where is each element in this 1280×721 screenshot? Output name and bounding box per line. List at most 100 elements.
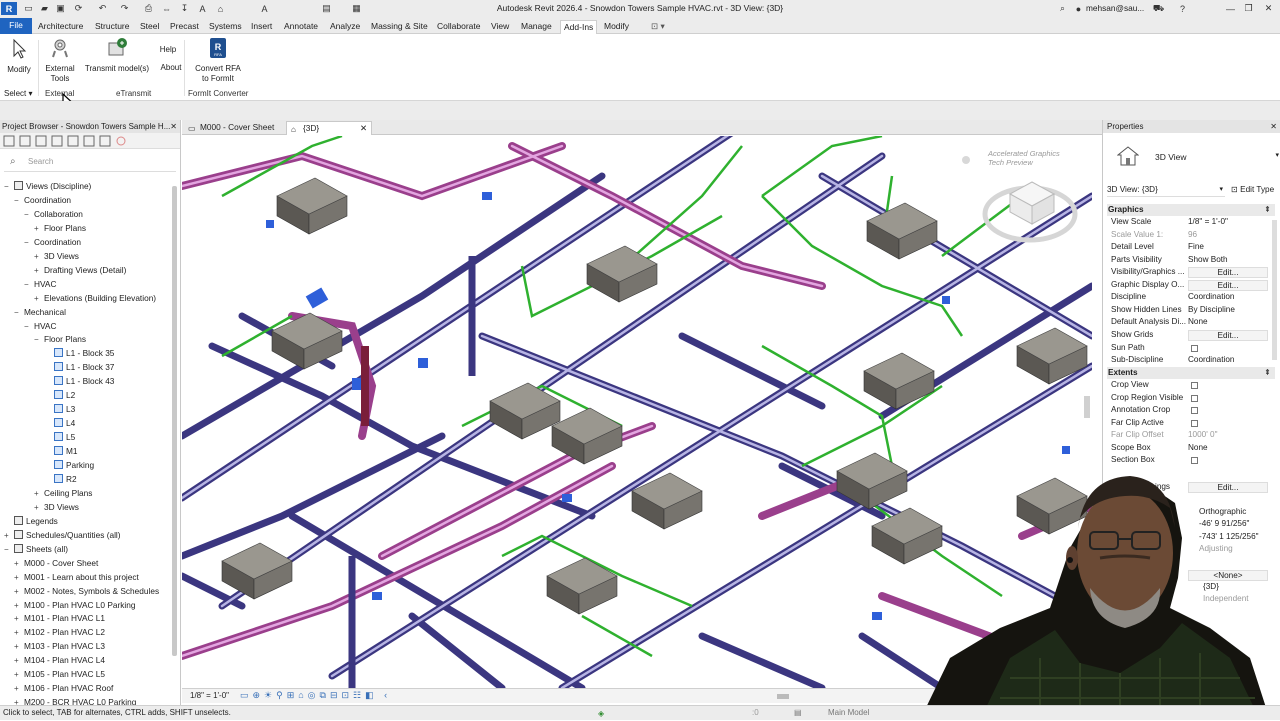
browser-item[interactable]: − Collaboration (24, 207, 83, 221)
tab-cover-sheet[interactable]: ▭ M000 - Cover Sheet (184, 121, 282, 135)
tab-annotate[interactable]: Annotate (281, 20, 321, 33)
property-edit-button[interactable]: Edit... (1188, 279, 1268, 291)
browser-item[interactable]: − Views (Discipline) (4, 179, 91, 193)
expand-icon[interactable]: + (4, 529, 14, 543)
collapse-icon[interactable]: − (14, 306, 24, 320)
expand-icon[interactable]: + (14, 571, 24, 585)
expand-icon[interactable]: + (14, 668, 24, 682)
browser-item[interactable]: + Schedules/Quantities (all) (4, 528, 121, 542)
browser-item[interactable]: + Elevations (Building Elevation) (34, 291, 156, 305)
tab-manage[interactable]: Manage (518, 20, 555, 33)
property-value[interactable]: Fine (1188, 241, 1204, 254)
property-value[interactable]: None (1188, 442, 1208, 455)
browser-item[interactable]: + M105 - Plan HVAC L5 (14, 667, 105, 681)
browser-item[interactable]: Parking (44, 458, 94, 472)
tab-add-ins[interactable]: Add-Ins (560, 20, 598, 35)
worksharing-icon[interactable]: ◈ (598, 707, 604, 721)
instance-selector[interactable]: 3D View: {3D} ▾ (1107, 185, 1225, 197)
expand-icon[interactable]: + (34, 501, 44, 515)
type-selector[interactable]: 3D View ▾ (1103, 133, 1280, 181)
collapse-icon[interactable]: − (24, 236, 34, 250)
expand-icon[interactable]: + (14, 599, 24, 613)
property-value[interactable]: 1000' 0" (1188, 429, 1218, 442)
cart-icon[interactable]: ⛟ (1152, 2, 1165, 15)
collapse-icon[interactable]: − (4, 543, 14, 557)
browser-search[interactable]: ⌕ Search (4, 152, 176, 172)
browser-item[interactable]: − Coordination (24, 235, 81, 249)
select-panel-label[interactable]: Select ▾ (4, 89, 32, 98)
expand-icon[interactable]: + (14, 585, 24, 599)
browser-scrollbar[interactable] (172, 186, 177, 656)
property-checkbox[interactable] (1191, 407, 1198, 415)
browser-item[interactable]: L4 (44, 416, 75, 430)
browser-item[interactable]: Legends (4, 514, 58, 528)
property-value[interactable]: None (1188, 316, 1208, 329)
browser-item[interactable]: + M104 - Plan HVAC L4 (14, 653, 105, 667)
collapse-icon[interactable]: − (24, 320, 34, 334)
browser-item[interactable]: L2 (44, 388, 75, 402)
browser-item[interactable]: − Mechanical (14, 305, 66, 319)
close-properties-icon[interactable]: ✕ (1270, 120, 1277, 133)
tab-file[interactable]: File (0, 18, 32, 34)
view-scale[interactable]: 1/8" = 1'-0" (190, 691, 229, 700)
expand-icon[interactable]: + (14, 557, 24, 571)
browser-item[interactable]: L1 - Block 37 (44, 360, 114, 374)
toggle-icon[interactable] (962, 156, 970, 164)
property-checkbox[interactable] (1191, 382, 1198, 389)
expand-icon[interactable]: + (34, 250, 44, 264)
tab-massing-site[interactable]: Massing & Site (368, 20, 431, 33)
browser-item[interactable]: + Drafting Views (Detail) (34, 263, 126, 277)
tab-3d-view[interactable]: ⌂ {3D} ✕ (286, 121, 372, 135)
property-edit-button[interactable]: Edit... (1188, 267, 1268, 279)
property-value[interactable]: 1/8" = 1'-0" (1188, 216, 1228, 229)
browser-item[interactable]: − Floor Plans (34, 332, 86, 346)
horizontal-scroll-thumb[interactable] (777, 694, 789, 699)
collapse-icon[interactable]: − (14, 194, 24, 208)
graphics-group-header[interactable]: Graphics ⇞ (1107, 204, 1275, 216)
external-tools-button[interactable]: External Tools (42, 37, 78, 84)
close-browser-icon[interactable]: ✕ (170, 120, 177, 133)
close-icon[interactable]: ✕ (1262, 2, 1275, 15)
expand-icon[interactable]: + (14, 682, 24, 696)
browser-item[interactable]: +3D Views (34, 249, 79, 263)
minimize-icon[interactable]: — (1224, 2, 1237, 15)
property-checkbox[interactable] (1191, 419, 1198, 427)
browser-item[interactable]: + M101 - Plan HVAC L1 (14, 611, 105, 625)
browser-item[interactable]: + M001 - Learn about this project (14, 570, 139, 584)
property-value[interactable]: Coordination (1188, 291, 1234, 304)
browser-item[interactable]: + M002 - Notes, Symbols & Schedules (14, 584, 159, 598)
user-name[interactable]: mehsan@sau... (1086, 3, 1144, 13)
browser-item[interactable]: − Sheets (all) (4, 542, 68, 556)
expand-icon[interactable]: + (14, 654, 24, 668)
browser-item[interactable]: L1 - Block 35 (44, 346, 114, 360)
browser-item[interactable]: + Ceiling Plans (34, 486, 92, 500)
expand-icon[interactable]: + (34, 292, 44, 306)
tab-options-icon[interactable]: ⊡ ▾ (648, 20, 668, 33)
canvas-scrollbar[interactable] (1084, 396, 1090, 418)
browser-item[interactable]: − HVAC (24, 277, 56, 291)
edit-type-button[interactable]: ⊡ Edit Type (1231, 184, 1274, 194)
browser-item[interactable]: − Coordination (14, 193, 71, 207)
browser-item[interactable]: + M106 - Plan HVAC Roof (14, 681, 113, 695)
tab-insert[interactable]: Insert (248, 20, 275, 33)
expand-icon[interactable]: + (34, 487, 44, 501)
browser-item[interactable]: R2 (44, 472, 77, 486)
tab-steel[interactable]: Steel (137, 20, 162, 33)
collapse-icon[interactable]: − (24, 208, 34, 222)
collapse-icon[interactable]: − (4, 180, 14, 194)
tab-precast[interactable]: Precast (167, 20, 202, 33)
convert-rfa-button[interactable]: R RFA Convert RFA to FormIt (192, 37, 244, 84)
help-button[interactable]: Help (156, 45, 180, 55)
browser-item[interactable]: + M103 - Plan HVAC L3 (14, 639, 105, 653)
browser-item[interactable]: − HVAC (24, 319, 56, 333)
expand-icon[interactable]: + (34, 222, 44, 236)
tab-architecture[interactable]: Architecture (35, 20, 86, 33)
property-value[interactable]: Coordination (1188, 354, 1234, 367)
properties-scrollbar[interactable] (1272, 220, 1277, 360)
tab-systems[interactable]: Systems (206, 20, 245, 33)
close-tab-icon[interactable]: ✕ (360, 122, 367, 135)
user-icon[interactable]: ● (1072, 2, 1085, 15)
browser-item[interactable]: + M102 - Plan HVAC L2 (14, 625, 105, 639)
about-button[interactable]: About (156, 63, 186, 73)
property-edit-button[interactable]: Edit... (1188, 329, 1268, 341)
